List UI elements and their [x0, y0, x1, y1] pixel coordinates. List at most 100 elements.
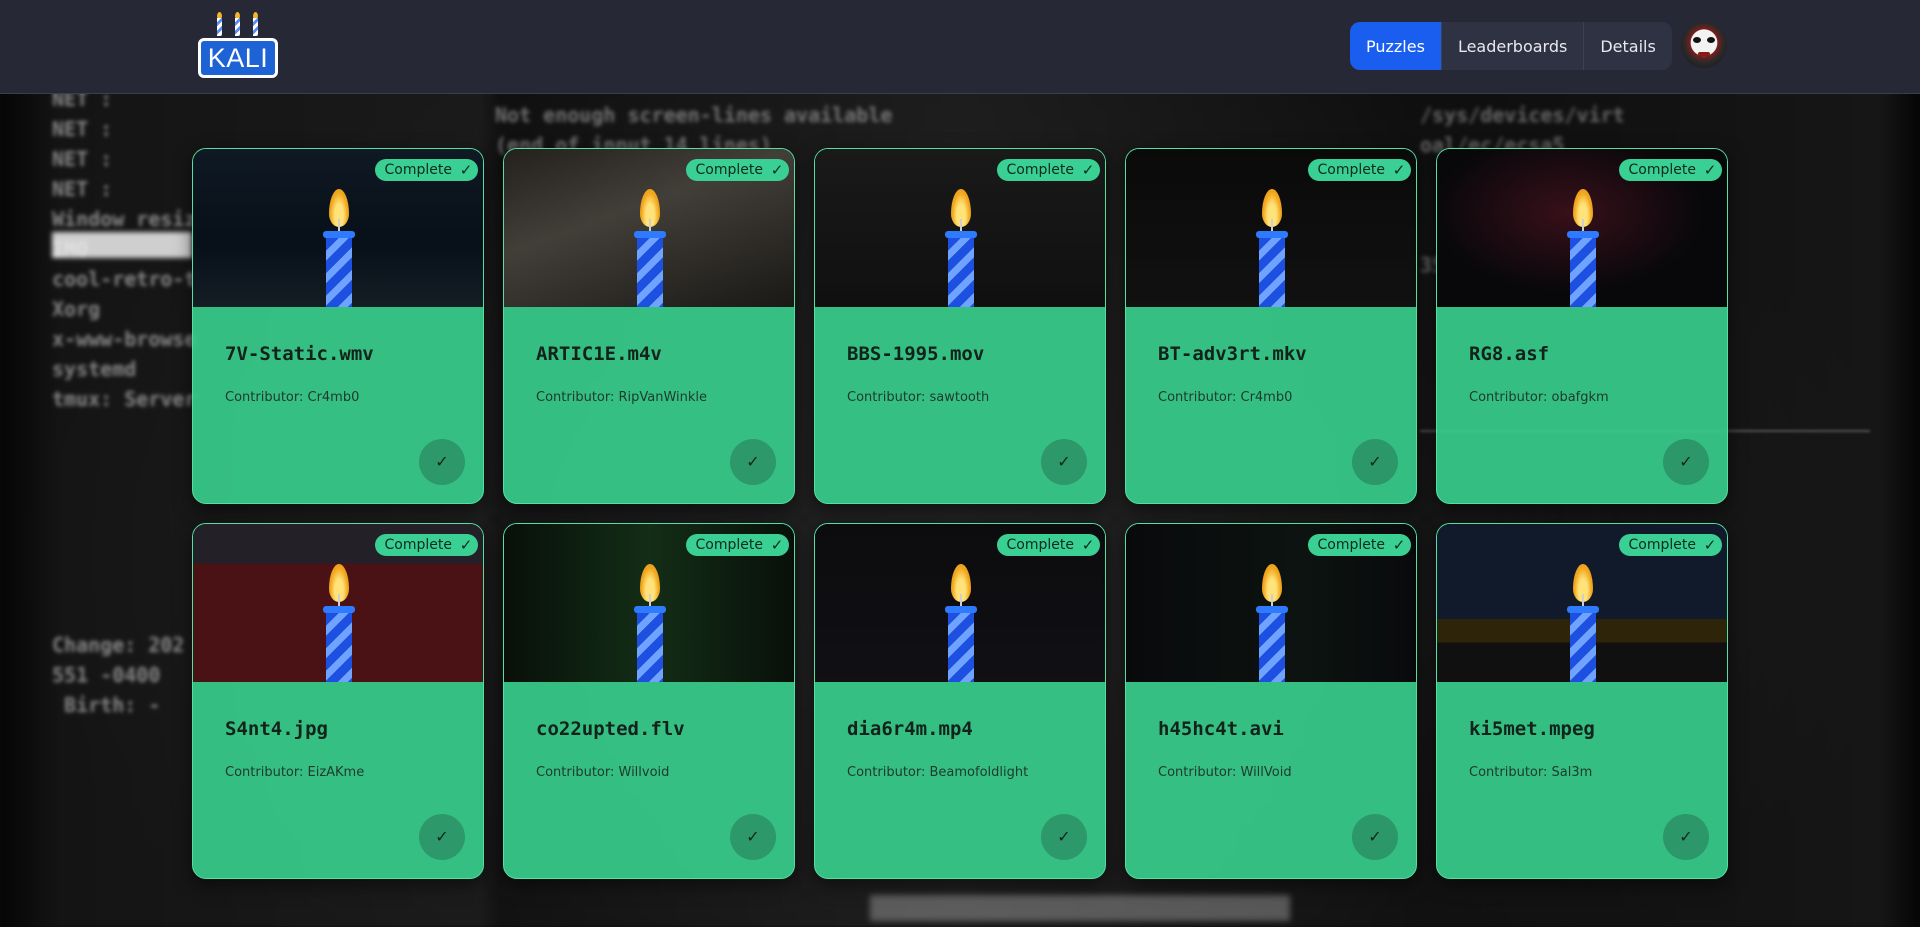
- wick: [1582, 219, 1584, 231]
- candle-body: [637, 238, 663, 307]
- card-title: ki5met.mpeg: [1469, 718, 1595, 740]
- bg-bar: [870, 895, 1290, 921]
- candle-cap: [323, 231, 355, 238]
- candle-icon: [945, 564, 977, 682]
- card-thumbnail: Complete ✓: [504, 524, 794, 682]
- card-title: BBS-1995.mov: [847, 343, 985, 365]
- candle-body: [1259, 238, 1285, 307]
- candle-cap: [1256, 606, 1288, 613]
- completed-check-button[interactable]: ✓: [1663, 439, 1709, 485]
- avatar-eye: [1707, 37, 1715, 43]
- nav-details[interactable]: Details: [1583, 22, 1671, 70]
- card-title: S4nt4.jpg: [225, 718, 328, 740]
- complete-badge: Complete ✓: [374, 159, 478, 181]
- completed-check-button[interactable]: ✓: [730, 814, 776, 860]
- puzzle-card[interactable]: Complete ✓ h45hc4t.avi Contributor: Will…: [1125, 523, 1417, 879]
- candle-icon: [945, 189, 977, 307]
- candle-icon: [1256, 564, 1288, 682]
- complete-badge: Complete ✓: [1618, 159, 1722, 181]
- completed-check-button[interactable]: ✓: [419, 814, 465, 860]
- puzzle-card[interactable]: Complete ✓ 7V-Static.wmv Contributor: Cr…: [192, 148, 484, 504]
- badge-label: Complete: [384, 537, 452, 553]
- wick: [649, 219, 651, 231]
- card-title: 7V-Static.wmv: [225, 343, 374, 365]
- check-icon: ✓: [459, 161, 473, 179]
- wick: [1271, 594, 1273, 606]
- candle-body: [948, 613, 974, 682]
- check-icon: ✓: [1081, 536, 1095, 554]
- wick: [338, 594, 340, 606]
- completed-check-button[interactable]: ✓: [1352, 814, 1398, 860]
- main-nav: Puzzles Leaderboards Details: [1350, 22, 1672, 70]
- logo-candle-icon: [235, 18, 240, 36]
- candle-cap: [1256, 231, 1288, 238]
- card-title: co22upted.flv: [536, 718, 685, 740]
- candle-body: [326, 238, 352, 307]
- card-title: h45hc4t.avi: [1158, 718, 1284, 740]
- badge-label: Complete: [384, 162, 452, 178]
- check-icon: ✓: [1392, 536, 1406, 554]
- card-title: ARTIC1E.m4v: [536, 343, 662, 365]
- badge-label: Complete: [1317, 162, 1385, 178]
- check-icon: ✓: [1081, 161, 1095, 179]
- candle-icon: [634, 189, 666, 307]
- wick: [960, 594, 962, 606]
- card-thumbnail: Complete ✓: [1437, 524, 1727, 682]
- candle-icon: [1567, 564, 1599, 682]
- card-thumbnail: Complete ✓: [1126, 524, 1416, 682]
- puzzle-card[interactable]: Complete ✓ ki5met.mpeg Contributor: Sal3…: [1436, 523, 1728, 879]
- completed-check-button[interactable]: ✓: [1663, 814, 1709, 860]
- nav-puzzles[interactable]: Puzzles: [1350, 22, 1441, 70]
- puzzle-grid: Complete ✓ 7V-Static.wmv Contributor: Cr…: [192, 148, 1728, 879]
- badge-label: Complete: [1317, 537, 1385, 553]
- bg-terminal-bottom: Change: 202 551 -0400 Birth: -: [52, 633, 185, 717]
- complete-badge: Complete ✓: [685, 534, 789, 556]
- card-thumbnail: Complete ✓: [815, 149, 1105, 307]
- avatar-mouth: [1698, 52, 1710, 56]
- candle-cap: [1567, 606, 1599, 613]
- wick: [960, 219, 962, 231]
- puzzle-card[interactable]: Complete ✓ BT-adv3rt.mkv Contributor: Cr…: [1125, 148, 1417, 504]
- completed-check-button[interactable]: ✓: [419, 439, 465, 485]
- complete-badge: Complete ✓: [996, 159, 1100, 181]
- badge-label: Complete: [1628, 537, 1696, 553]
- candle-cap: [1567, 231, 1599, 238]
- completed-check-button[interactable]: ✓: [1041, 814, 1087, 860]
- badge-label: Complete: [1006, 537, 1074, 553]
- puzzle-card[interactable]: Complete ✓ ARTIC1E.m4v Contributor: RipV…: [503, 148, 795, 504]
- complete-badge: Complete ✓: [1307, 534, 1411, 556]
- completed-check-button[interactable]: ✓: [1041, 439, 1087, 485]
- puzzle-card[interactable]: Complete ✓ S4nt4.jpg Contributor: EizAKm…: [192, 523, 484, 879]
- check-icon: ✓: [1703, 536, 1717, 554]
- candle-cap: [945, 231, 977, 238]
- completed-check-button[interactable]: ✓: [730, 439, 776, 485]
- wick: [649, 594, 651, 606]
- card-thumbnail: Complete ✓: [193, 524, 483, 682]
- card-title: dia6r4m.mp4: [847, 718, 973, 740]
- candle-icon: [1256, 189, 1288, 307]
- complete-badge: Complete ✓: [374, 534, 478, 556]
- card-contributor: Contributor: sawtooth: [847, 390, 990, 405]
- user-avatar[interactable]: [1681, 22, 1727, 68]
- badge-label: Complete: [1628, 162, 1696, 178]
- completed-check-button[interactable]: ✓: [1352, 439, 1398, 485]
- complete-badge: Complete ✓: [1307, 159, 1411, 181]
- candle-body: [326, 613, 352, 682]
- card-contributor: Contributor: RipVanWinkle: [536, 390, 708, 405]
- card-thumbnail: Complete ✓: [815, 524, 1105, 682]
- puzzle-card[interactable]: Complete ✓ RG8.asf Contributor: obafgkm …: [1436, 148, 1728, 504]
- wick: [1271, 219, 1273, 231]
- nav-leaderboards[interactable]: Leaderboards: [1440, 22, 1583, 70]
- card-contributor: Contributor: Sal3m: [1469, 765, 1593, 780]
- puzzle-card[interactable]: Complete ✓ co22upted.flv Contributor: Wi…: [503, 523, 795, 879]
- puzzle-card[interactable]: Complete ✓ BBS-1995.mov Contributor: saw…: [814, 148, 1106, 504]
- card-thumbnail: Complete ✓: [1437, 149, 1727, 307]
- candle-icon: [634, 564, 666, 682]
- check-icon: ✓: [1703, 161, 1717, 179]
- candle-body: [1570, 238, 1596, 307]
- puzzle-card[interactable]: Complete ✓ dia6r4m.mp4 Contributor: Beam…: [814, 523, 1106, 879]
- candle-body: [637, 613, 663, 682]
- candle-icon: [1567, 189, 1599, 307]
- candle-cap: [634, 606, 666, 613]
- kali-birthday-logo[interactable]: KALI: [198, 12, 278, 78]
